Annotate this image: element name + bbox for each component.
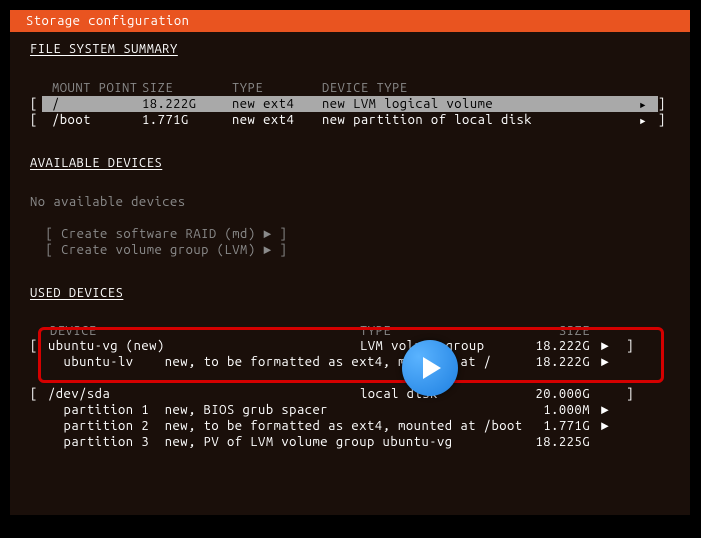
used-device: partition 3 new, PV of LVM volume group … [44, 434, 360, 450]
no-available-devices: No available devices [30, 194, 670, 210]
used-size: 1.000M [510, 402, 590, 418]
bracket-right [620, 418, 634, 434]
titlebar: Storage configuration [10, 10, 690, 32]
used-size: 18.225G [510, 434, 590, 450]
used-device-row[interactable]: partition 3 new, PV of LVM volume group … [30, 434, 670, 450]
bracket-right: ] [658, 96, 670, 112]
fs-header-devtype: DEVICE TYPE [322, 80, 628, 96]
used-type [360, 354, 510, 370]
installer-screen: Storage configuration FILE SYSTEM SUMMAR… [10, 10, 690, 515]
used-group-ubuntu-vg: [ubuntu-vg (new)LVM volume group18.222G►… [30, 338, 670, 370]
bracket-left [30, 402, 44, 418]
fs-header-type: TYPE [232, 80, 322, 96]
used-size: 18.222G [510, 338, 590, 354]
bracket-left: [ [30, 112, 42, 128]
used-type: LVM volume group [360, 338, 510, 354]
bracket-right [620, 402, 634, 418]
bracket-left [30, 434, 44, 450]
used-device-row[interactable]: partition 1 new, BIOS grub spacer 1.000M► [30, 402, 670, 418]
fs-rows: [/18.222Gnew ext4new LVM logical volume]… [30, 96, 670, 128]
used-type [360, 418, 510, 434]
content-area: FILE SYSTEM SUMMARY MOUNT POINT SIZE TYP… [10, 32, 690, 460]
used-header-size: SIZE [510, 324, 590, 338]
fs-devtype: new partition of local disk [322, 112, 628, 128]
used-device-row[interactable]: [ubuntu-vg (new)LVM volume group18.222G►… [30, 338, 670, 354]
available-action[interactable]: [ Create software RAID (md) ► ] [30, 226, 670, 242]
fs-mount: /boot [42, 112, 142, 128]
bracket-right: ] [658, 112, 670, 128]
used-header-device: DEVICE [50, 324, 360, 338]
bracket-right [620, 354, 634, 370]
used-type: local disk [360, 386, 510, 402]
chevron-right-icon: ► [590, 354, 620, 370]
available-actions: [ Create software RAID (md) ► ] [ Create… [30, 226, 670, 258]
bracket-right: ] [620, 386, 634, 402]
chevron-right-icon: ► [590, 338, 620, 354]
chevron-right-icon [628, 96, 658, 112]
bracket-left [30, 418, 44, 434]
bracket-right: ] [620, 338, 634, 354]
used-size: 1.771G [510, 418, 590, 434]
used-group-dev-sda: [/dev/sdalocal disk20.000G] partition 1 … [30, 386, 670, 450]
chevron-right-icon: ► [590, 402, 620, 418]
chevron-right-icon [590, 434, 620, 450]
section-file-system-summary: FILE SYSTEM SUMMARY [30, 42, 670, 56]
section-available-devices: AVAILABLE DEVICES [30, 156, 670, 170]
section-used-devices: USED DEVICES [30, 286, 670, 300]
used-device-row[interactable]: [/dev/sdalocal disk20.000G] [30, 386, 670, 402]
fs-header-mount: MOUNT POINT [42, 80, 142, 96]
used-device: partition 2 new, to be formatted as ext4… [44, 418, 360, 434]
used-device: ubuntu-lv new, to be formatted as ext4, … [44, 354, 360, 370]
used-header-type: TYPE [360, 324, 510, 338]
used-type [360, 402, 510, 418]
used-device-row[interactable]: partition 2 new, to be formatted as ext4… [30, 418, 670, 434]
used-device: partition 1 new, BIOS grub spacer [44, 402, 360, 418]
used-device: /dev/sda [44, 386, 360, 402]
fs-row[interactable]: [/18.222Gnew ext4new LVM logical volume] [30, 96, 670, 112]
fs-size: 18.222G [142, 96, 232, 112]
bracket-right [620, 434, 634, 450]
bracket-left: [ [30, 338, 44, 354]
available-action[interactable]: [ Create volume group (LVM) ► ] [30, 242, 670, 258]
fs-row[interactable]: [/boot1.771Gnew ext4new partition of loc… [30, 112, 670, 128]
chevron-right-icon [590, 386, 620, 402]
fs-header-row: MOUNT POINT SIZE TYPE DEVICE TYPE [30, 80, 670, 96]
fs-type: new ext4 [232, 96, 322, 112]
used-type [360, 434, 510, 450]
used-size: 20.000G [510, 386, 590, 402]
used-device-row[interactable]: ubuntu-lv new, to be formatted as ext4, … [30, 354, 670, 370]
fs-type: new ext4 [232, 112, 322, 128]
title-text: Storage configuration [26, 14, 189, 28]
used-header-row: DEVICE TYPE SIZE [30, 324, 670, 338]
fs-devtype: new LVM logical volume [322, 96, 628, 112]
used-size: 18.222G [510, 354, 590, 370]
fs-mount: / [42, 96, 142, 112]
bracket-left: [ [30, 386, 44, 402]
bracket-left [30, 354, 44, 370]
bracket-left: [ [30, 96, 42, 112]
chevron-right-icon [628, 112, 658, 128]
chevron-right-icon: ► [590, 418, 620, 434]
used-device: ubuntu-vg (new) [44, 338, 360, 354]
fs-header-size: SIZE [142, 80, 232, 96]
fs-size: 1.771G [142, 112, 232, 128]
